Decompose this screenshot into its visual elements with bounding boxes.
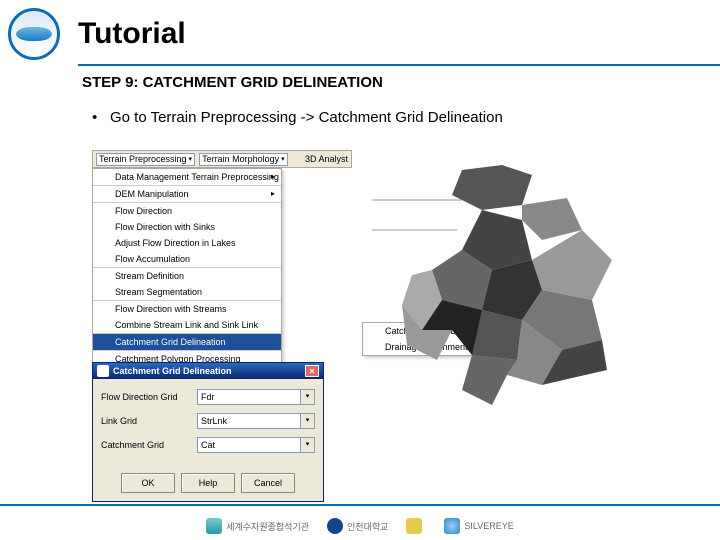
footer-divider [0,504,720,506]
close-icon[interactable]: × [305,365,319,377]
menu-item[interactable]: Flow Direction [93,202,281,219]
chevron-right-icon: ▸ [271,172,275,181]
toolbar-dropdown-morphology[interactable]: Terrain Morphology▾ [199,153,288,166]
menu-item[interactable]: Stream Definition [93,267,281,284]
dialog-title: Catchment Grid Delineation [113,366,232,376]
page-title: Tutorial [78,17,186,51]
instruction-text: Go to Terrain Preprocessing -> Catchment… [110,109,503,126]
field-label: Link Grid [101,416,197,426]
catchment-map-image [372,160,642,420]
cancel-button[interactable]: Cancel [241,473,295,493]
menu-item[interactable]: Flow Accumulation [93,251,281,267]
dialog-titlebar: Catchment Grid Delineation × [93,363,323,379]
field-label: Flow Direction Grid [101,392,197,402]
chevron-down-icon[interactable]: ▾ [300,414,314,428]
menu-item[interactable]: DEM Manipulation▸ [93,185,281,202]
catchment-grid-dialog: Catchment Grid Delineation × Flow Direct… [92,362,324,502]
toolbar-dropdown-terrain[interactable]: Terrain Preprocessing▾ [96,153,195,166]
menu-item[interactable]: Flow Direction with Sinks [93,219,281,235]
field-input[interactable]: Cat▾ [197,437,315,453]
toolbar-3d-analyst[interactable]: 3D Analyst [305,154,348,164]
dialog-field-row: Catchment GridCat▾ [101,437,315,453]
chevron-down-icon[interactable]: ▾ [300,390,314,404]
chevron-right-icon: ▸ [271,189,275,198]
footer-logo-3 [406,518,426,534]
footer-logo-1: 세계수자원종합석기관 [206,518,309,534]
ok-button[interactable]: OK [121,473,175,493]
menu-item[interactable]: Flow Direction with Streams [93,300,281,317]
dialog-icon [97,365,109,377]
menu-item[interactable]: Data Management Terrain Preprocessing▸ [93,169,281,185]
footer-logo-2: 인천대학교 [327,518,388,534]
gis-toolbar: Terrain Preprocessing▾ Terrain Morpholog… [92,150,352,168]
divider [78,64,720,66]
field-input[interactable]: Fdr▾ [197,389,315,405]
dialog-field-row: Flow Direction GridFdr▾ [101,389,315,405]
menu-item[interactable]: Adjust Flow Direction in Lakes [93,235,281,251]
menu-item[interactable]: Catchment Grid Delineation [93,333,281,350]
chevron-down-icon: ▾ [189,155,193,163]
field-input[interactable]: StrLnk▾ [197,413,315,429]
instruction-bullet: •Go to Terrain Preprocessing -> Catchmen… [92,109,720,126]
chevron-down-icon[interactable]: ▾ [300,438,314,452]
menu-item[interactable]: Combine Stream Link and Sink Link [93,317,281,333]
step-heading: STEP 9: CATCHMENT GRID DELINEATION [82,74,720,91]
footer-logos: 세계수자원종합석기관 인천대학교 SILVEREYE [0,518,720,534]
field-label: Catchment Grid [101,440,197,450]
slide-logo-icon [8,8,60,60]
help-button[interactable]: Help [181,473,235,493]
dialog-field-row: Link GridStrLnk▾ [101,413,315,429]
footer-logo-4: SILVEREYE [444,518,513,534]
chevron-down-icon: ▾ [281,155,285,163]
menu-item[interactable]: Stream Segmentation [93,284,281,300]
